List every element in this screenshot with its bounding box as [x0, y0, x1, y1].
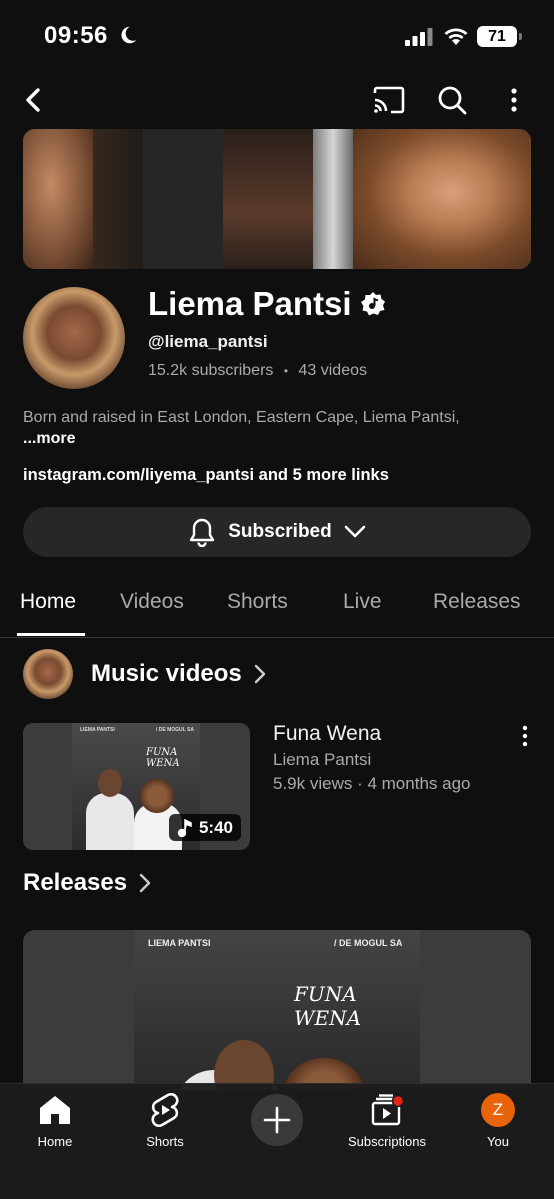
signal-icon: [405, 28, 433, 46]
channel-description[interactable]: Born and raised in East London, Eastern …: [23, 407, 463, 449]
channel-tabs: Home Videos Shorts Live Releases: [0, 578, 554, 638]
moon-icon: [121, 26, 137, 44]
shorts-icon: [151, 1093, 179, 1127]
bottom-navigation: Home Shorts Subscriptions Z You: [0, 1083, 554, 1199]
status-bar: 09:56 71: [0, 0, 554, 72]
section-avatar: [23, 649, 73, 699]
back-arrow-icon: [26, 88, 40, 112]
more-options-button[interactable]: [500, 82, 528, 118]
video-count: 43 videos: [298, 362, 368, 379]
video-thumbnail[interactable]: LIEMA PANTSI / DE MOGUL SA FUNA WENA 5:4…: [23, 723, 250, 850]
art-feature: / DE MOGUL SA: [156, 727, 194, 733]
art-title: FUNA WENA: [146, 747, 180, 769]
subscriptions-icon: [371, 1094, 404, 1126]
nav-you[interactable]: Z You: [443, 1092, 553, 1149]
nav-subscriptions-label: Subscriptions: [347, 1134, 427, 1149]
plus-icon: [263, 1106, 291, 1134]
release-art-feature: / DE MOGUL SA: [334, 938, 403, 948]
tab-shorts[interactable]: Shorts: [227, 590, 288, 614]
back-button[interactable]: [18, 84, 50, 116]
description-text: Born and raised in East London, Eastern …: [23, 409, 460, 426]
chevron-down-icon: [344, 525, 366, 538]
nav-subscriptions[interactable]: Subscriptions: [332, 1092, 442, 1149]
nav-home-label: Home: [37, 1134, 73, 1149]
subscribed-button[interactable]: Subscribed: [23, 507, 531, 557]
video-channel: Liema Pantsi: [273, 750, 372, 769]
search-icon: [438, 86, 467, 115]
active-tab-indicator: [17, 633, 85, 636]
nav-you-label: You: [487, 1134, 509, 1149]
status-time: 09:56: [44, 22, 108, 49]
video-metadata: 5.9k views · 4 months ago: [273, 774, 471, 793]
duration-badge: 5:40: [168, 814, 241, 841]
channel-name: Liema Pantsi: [148, 285, 352, 322]
bell-icon: [190, 518, 215, 547]
home-icon: [40, 1096, 70, 1124]
subscriber-count: 15.2k subscribers: [148, 362, 274, 379]
release-art-title: FUNA WENA: [294, 982, 362, 1030]
channel-banner[interactable]: [23, 129, 531, 269]
cast-button[interactable]: [370, 82, 408, 118]
music-note-icon: [177, 818, 192, 837]
user-avatar: Z: [481, 1093, 515, 1127]
release-artwork: LIEMA PANTSI / DE MOGUL SA FUNA WENA: [134, 930, 420, 1090]
channel-stats: 15.2k subscribers • 43 videos: [148, 362, 367, 380]
tab-videos[interactable]: Videos: [120, 590, 184, 614]
duration-text: 5:40: [198, 817, 233, 837]
tab-live[interactable]: Live: [343, 590, 382, 614]
stats-separator: •: [283, 364, 289, 378]
wifi-icon: [444, 28, 468, 45]
section-title: Music videos: [91, 660, 242, 687]
art-artist: LIEMA PANTSI: [80, 727, 115, 733]
releases-header[interactable]: Releases: [23, 869, 151, 897]
video-title[interactable]: Funa Wena: [273, 722, 381, 746]
channel-handle: @liema_pantsi: [148, 332, 268, 351]
battery-indicator: 71: [477, 26, 522, 47]
nav-shorts[interactable]: Shorts: [110, 1092, 220, 1149]
nav-shorts-label: Shorts: [146, 1134, 184, 1149]
tab-releases[interactable]: Releases: [433, 590, 521, 614]
search-button[interactable]: [434, 82, 470, 118]
channel-avatar[interactable]: [23, 287, 125, 389]
releases-title: Releases: [23, 869, 128, 896]
chevron-right-icon: [139, 873, 151, 893]
top-bar: [0, 72, 554, 126]
tab-home[interactable]: Home: [20, 590, 76, 614]
video-more-icon[interactable]: [514, 724, 536, 748]
cast-icon: [373, 86, 405, 114]
music-videos-header[interactable]: Music videos: [23, 649, 266, 699]
create-button[interactable]: [251, 1094, 303, 1146]
vertical-dots-icon: [511, 88, 517, 112]
description-more-link[interactable]: ...more: [23, 430, 75, 447]
chevron-right-icon: [254, 664, 265, 684]
verified-music-icon: [361, 292, 385, 316]
release-card[interactable]: LIEMA PANTSI / DE MOGUL SA FUNA WENA: [23, 930, 531, 1090]
subscribed-label: Subscribed: [228, 521, 332, 542]
release-art-artist: LIEMA PANTSI: [148, 938, 211, 948]
channel-links[interactable]: instagram.com/liyema_pantsi and 5 more l…: [23, 466, 389, 485]
nav-home[interactable]: Home: [0, 1092, 110, 1149]
